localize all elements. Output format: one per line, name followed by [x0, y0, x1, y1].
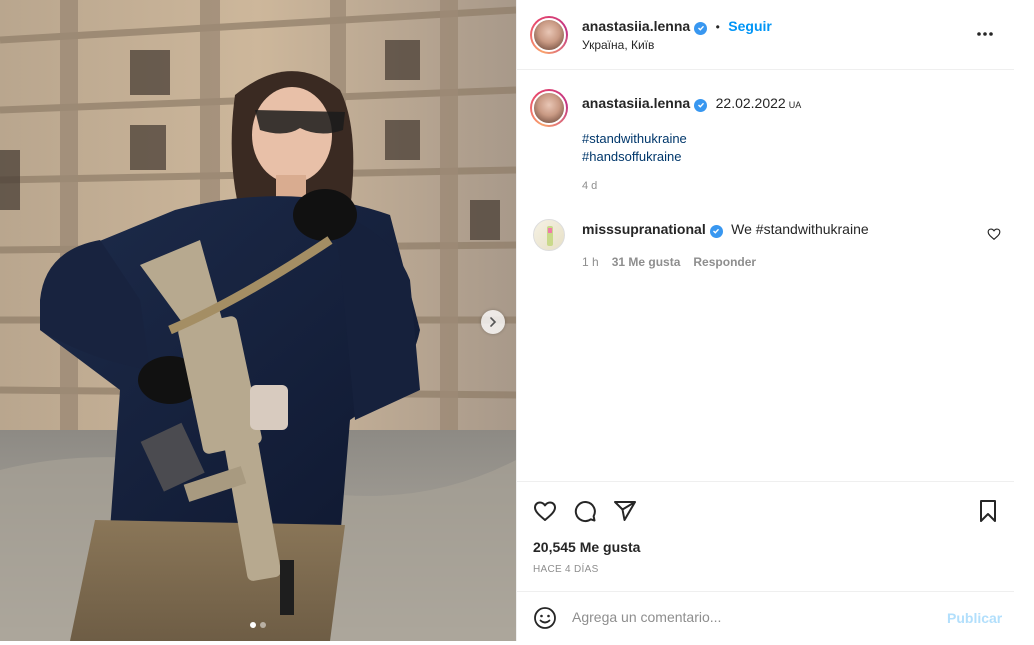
post-image[interactable]: [0, 0, 516, 641]
post-header: anastasiia.lenna • Seguir Україна, Київ: [517, 0, 1014, 70]
hashtag-link[interactable]: #standwithukraine: [582, 130, 687, 148]
comment-input[interactable]: [572, 604, 922, 630]
follow-button[interactable]: Seguir: [728, 18, 772, 34]
publish-button[interactable]: Publicar: [947, 610, 1002, 626]
carousel-dot-active: [250, 622, 256, 628]
author-line: anastasiia.lenna • Seguir: [582, 18, 772, 36]
bookmark-icon[interactable]: [976, 499, 1000, 523]
post-location[interactable]: Україна, Київ: [582, 38, 654, 52]
share-icon[interactable]: [613, 499, 637, 523]
verified-icon: [709, 224, 723, 238]
caption-date: 22.02.2022: [715, 95, 786, 111]
carousel-indicator: [250, 622, 266, 628]
reply-button[interactable]: Responder: [693, 255, 756, 269]
verified-icon: [694, 98, 708, 112]
comment-body: misssupranational We #standwithukraine: [582, 221, 869, 239]
caption-hashtags: #standwithukraine #handsoffukraine: [582, 130, 687, 166]
comment-likes[interactable]: 31 Me gusta: [612, 255, 681, 269]
verified-icon: [694, 21, 708, 35]
post-sidebar: anastasiia.lenna • Seguir Україна, Київ …: [517, 0, 1014, 641]
post-photo: [0, 0, 516, 641]
caption-flag: UA: [788, 100, 802, 110]
hashtag-link[interactable]: #handsoffukraine: [582, 148, 687, 166]
add-comment-bar: Publicar: [517, 591, 1014, 641]
comment-age[interactable]: 1 h: [582, 255, 599, 269]
caption-avatar[interactable]: [530, 89, 568, 127]
more-icon[interactable]: [975, 24, 995, 44]
chevron-right-icon: [490, 317, 497, 327]
likes-count[interactable]: 20,545 Me gusta: [533, 539, 640, 555]
emoji-icon[interactable]: [533, 606, 557, 630]
author-avatar[interactable]: [530, 16, 568, 54]
bullet-separator: •: [715, 20, 720, 34]
comment-like-icon[interactable]: [987, 227, 1001, 241]
caption-header: anastasiia.lenna 22.02.2022 UA: [582, 95, 801, 113]
caption-username[interactable]: anastasiia.lenna: [582, 95, 690, 111]
comment-text: We #standwithukraine: [731, 221, 869, 237]
next-image-button[interactable]: [481, 310, 505, 334]
commenter-avatar[interactable]: [533, 219, 565, 251]
comment-meta: 1 h 31 Me gusta Responder: [582, 255, 769, 269]
caption-age[interactable]: 4 d: [582, 180, 597, 192]
comment-icon[interactable]: [573, 499, 597, 523]
commenter-username[interactable]: misssupranational: [582, 221, 706, 237]
author-username[interactable]: anastasiia.lenna: [582, 18, 690, 34]
carousel-dot: [260, 622, 266, 628]
post-time-ago[interactable]: HACE 4 DÍAS: [533, 564, 599, 575]
heart-icon[interactable]: [533, 499, 557, 523]
